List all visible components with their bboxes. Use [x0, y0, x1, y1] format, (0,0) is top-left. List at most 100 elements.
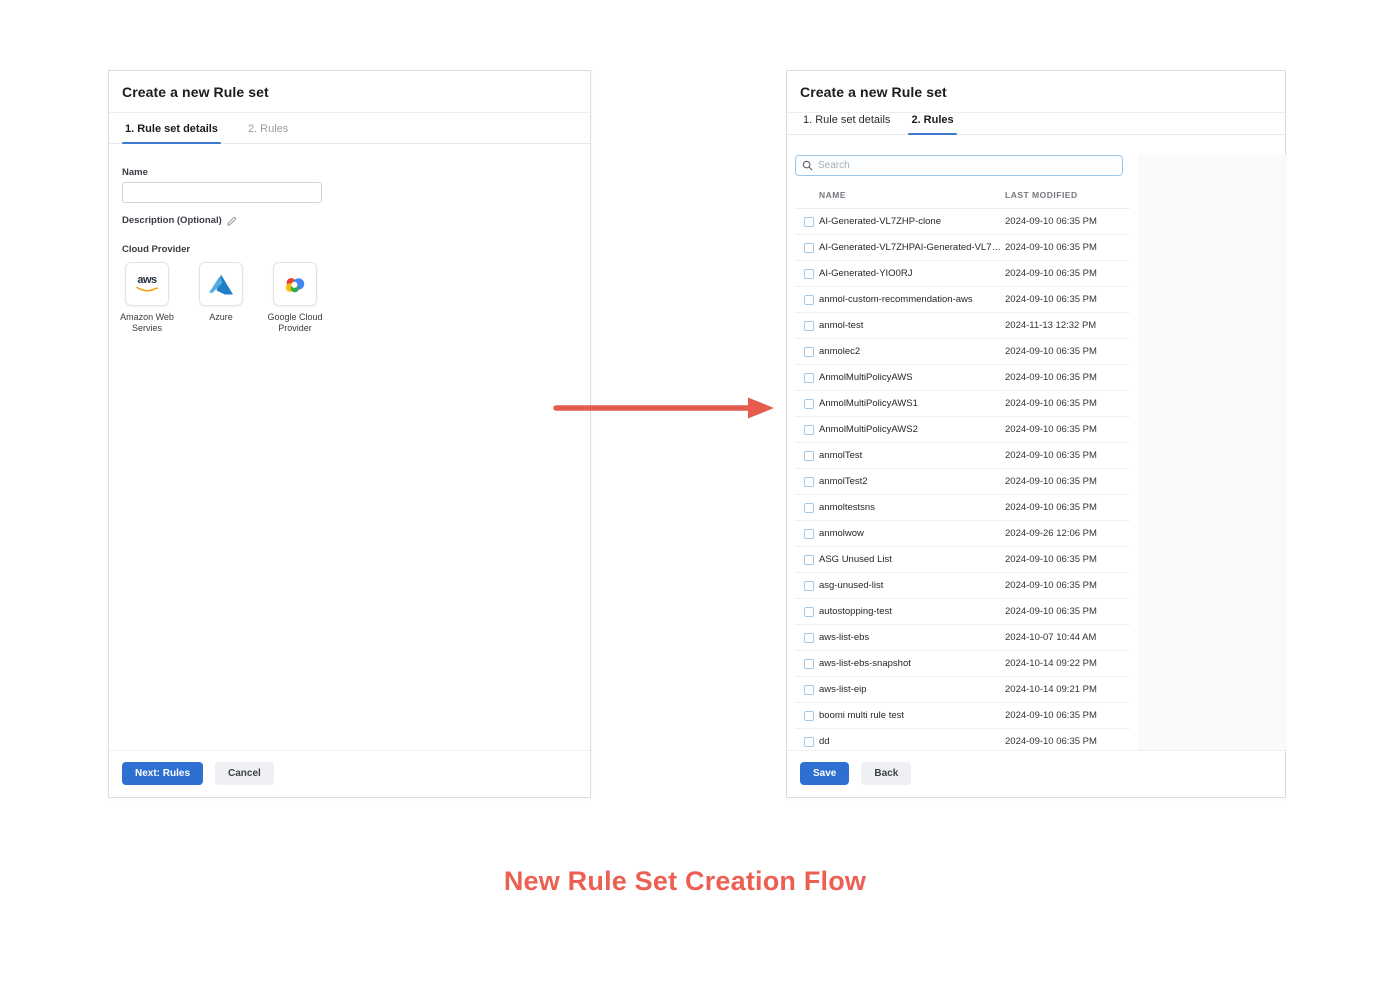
rule-name: anmolTest: [819, 450, 1001, 461]
table-row[interactable]: anmol-custom-recommendation-aws 2024-09-…: [795, 287, 1130, 313]
table-row[interactable]: boomi multi rule test 2024-09-10 06:35 P…: [795, 703, 1130, 729]
rule-name: aws-list-eip: [819, 684, 1001, 695]
rule-last-modified: 2024-09-10 06:35 PM: [1005, 424, 1097, 435]
search-box: [795, 155, 1123, 176]
rule-name: dd: [819, 736, 1001, 747]
table-row[interactable]: AI-Generated-YIO0RJ 2024-09-10 06:35 PM: [795, 261, 1130, 287]
flow-arrow-icon: [552, 395, 776, 421]
row-checkbox[interactable]: [804, 581, 814, 591]
rule-name: AI-Generated-VL7ZHPAI-Generated-VL7ZHPAI…: [819, 242, 1001, 253]
row-checkbox[interactable]: [804, 425, 814, 435]
table-row[interactable]: ASG Unused List 2024-09-10 06:35 PM: [795, 547, 1130, 573]
rule-last-modified: 2024-09-10 06:35 PM: [1005, 398, 1097, 409]
rule-name: AnmolMultiPolicyAWS2: [819, 424, 1001, 435]
rule-last-modified: 2024-09-10 06:35 PM: [1005, 372, 1097, 383]
name-label: Name: [122, 167, 577, 178]
provider-card-azure[interactable]: Azure: [199, 262, 243, 306]
table-row[interactable]: autostopping-test 2024-09-10 06:35 PM: [795, 599, 1130, 625]
table-row[interactable]: anmolTest 2024-09-10 06:35 PM: [795, 443, 1130, 469]
cloud-provider-options: aws Amazon Web Servies: [122, 262, 577, 306]
row-checkbox[interactable]: [804, 295, 814, 305]
provider-label-gcp: Google Cloud Provider: [258, 312, 332, 334]
tab-rules[interactable]: 2. Rules: [908, 114, 956, 134]
cancel-button[interactable]: Cancel: [215, 762, 274, 785]
rule-last-modified: 2024-10-07 10:44 AM: [1005, 632, 1096, 643]
rule-set-form: Name Description (Optional) Cloud Provid…: [109, 144, 590, 750]
row-checkbox[interactable]: [804, 633, 814, 643]
column-header-last-modified: LAST MODIFIED: [1005, 190, 1078, 200]
cloud-provider-label: Cloud Provider: [122, 244, 577, 255]
tab-rule-set-details[interactable]: 1. Rule set details: [800, 114, 893, 134]
row-checkbox[interactable]: [804, 685, 814, 695]
table-row[interactable]: AI-Generated-VL7ZHPAI-Generated-VL7ZHPAI…: [795, 235, 1130, 261]
table-row[interactable]: anmolTest2 2024-09-10 06:35 PM: [795, 469, 1130, 495]
row-checkbox[interactable]: [804, 659, 814, 669]
row-checkbox[interactable]: [804, 607, 814, 617]
row-checkbox[interactable]: [804, 711, 814, 721]
table-row[interactable]: asg-unused-list 2024-09-10 06:35 PM: [795, 573, 1130, 599]
rule-name: anmolTest2: [819, 476, 1001, 487]
row-checkbox[interactable]: [804, 399, 814, 409]
rules-selection-dialog: Create a new Rule set 1. Rule set detail…: [786, 70, 1286, 798]
table-row[interactable]: anmol-test 2024-11-13 12:32 PM: [795, 313, 1130, 339]
dialog-footer: Next: Rules Cancel: [109, 750, 590, 797]
row-checkbox[interactable]: [804, 217, 814, 227]
row-checkbox[interactable]: [804, 269, 814, 279]
row-checkbox[interactable]: [804, 529, 814, 539]
table-row[interactable]: anmolwow 2024-09-26 12:06 PM: [795, 521, 1130, 547]
row-checkbox[interactable]: [804, 555, 814, 565]
rule-last-modified: 2024-09-10 06:35 PM: [1005, 554, 1097, 565]
provider-card-gcp[interactable]: Google Cloud Provider: [273, 262, 317, 306]
rule-last-modified: 2024-09-10 06:35 PM: [1005, 242, 1097, 253]
column-header-name: NAME: [819, 190, 1005, 200]
dialog-header: Create a new Rule set: [787, 71, 1285, 113]
rule-last-modified: 2024-09-10 06:35 PM: [1005, 736, 1097, 747]
name-input[interactable]: [122, 182, 322, 203]
next-rules-button[interactable]: Next: Rules: [122, 762, 203, 785]
rule-last-modified: 2024-09-10 06:35 PM: [1005, 268, 1097, 279]
rule-last-modified: 2024-09-10 06:35 PM: [1005, 450, 1097, 461]
row-checkbox[interactable]: [804, 477, 814, 487]
rule-last-modified: 2024-09-10 06:35 PM: [1005, 606, 1097, 617]
wizard-tabs: 1. Rule set details 2. Rules: [109, 113, 590, 144]
provider-card-aws[interactable]: aws Amazon Web Servies: [125, 262, 169, 306]
back-button[interactable]: Back: [861, 762, 911, 785]
rule-name: boomi multi rule test: [819, 710, 1001, 721]
table-row[interactable]: aws-list-ebs 2024-10-07 10:44 AM: [795, 625, 1130, 651]
tab-rules[interactable]: 2. Rules: [245, 123, 291, 143]
rule-last-modified: 2024-09-10 06:35 PM: [1005, 502, 1097, 513]
table-row[interactable]: AnmolMultiPolicyAWS1 2024-09-10 06:35 PM: [795, 391, 1130, 417]
search-input[interactable]: [795, 155, 1123, 176]
row-checkbox[interactable]: [804, 347, 814, 357]
row-checkbox[interactable]: [804, 503, 814, 513]
rule-name: anmolec2: [819, 346, 1001, 357]
row-checkbox[interactable]: [804, 451, 814, 461]
table-header: NAME LAST MODIFIED: [795, 182, 1130, 209]
rule-last-modified: 2024-09-10 06:35 PM: [1005, 710, 1097, 721]
rule-last-modified: 2024-09-10 06:35 PM: [1005, 476, 1097, 487]
table-row[interactable]: AI-Generated-VL7ZHP-clone 2024-09-10 06:…: [795, 209, 1130, 235]
google-cloud-logo-icon: [273, 262, 317, 306]
table-row[interactable]: aws-list-ebs-snapshot 2024-10-14 09:22 P…: [795, 651, 1130, 677]
rule-last-modified: 2024-09-26 12:06 PM: [1005, 528, 1097, 539]
description-label-text: Description (Optional): [122, 215, 222, 226]
search-icon: [802, 160, 813, 171]
provider-label-aws: Amazon Web Servies: [110, 312, 184, 334]
row-checkbox[interactable]: [804, 321, 814, 331]
row-checkbox[interactable]: [804, 737, 814, 747]
dialog-title: Create a new Rule set: [122, 84, 577, 100]
table-row[interactable]: dd 2024-09-10 06:35 PM: [795, 729, 1130, 750]
edit-pencil-icon[interactable]: [227, 216, 237, 226]
table-row[interactable]: anmolec2 2024-09-10 06:35 PM: [795, 339, 1130, 365]
table-row[interactable]: anmoltestsns 2024-09-10 06:35 PM: [795, 495, 1130, 521]
save-button[interactable]: Save: [800, 762, 849, 785]
tab-rule-set-details[interactable]: 1. Rule set details: [122, 123, 221, 143]
table-row[interactable]: aws-list-eip 2024-10-14 09:21 PM: [795, 677, 1130, 703]
rule-last-modified: 2024-09-10 06:35 PM: [1005, 346, 1097, 357]
table-row[interactable]: AnmolMultiPolicyAWS 2024-09-10 06:35 PM: [795, 365, 1130, 391]
rule-name: AnmolMultiPolicyAWS: [819, 372, 1001, 383]
dialog-header: Create a new Rule set: [109, 71, 590, 113]
table-row[interactable]: AnmolMultiPolicyAWS2 2024-09-10 06:35 PM: [795, 417, 1130, 443]
row-checkbox[interactable]: [804, 373, 814, 383]
row-checkbox[interactable]: [804, 243, 814, 253]
